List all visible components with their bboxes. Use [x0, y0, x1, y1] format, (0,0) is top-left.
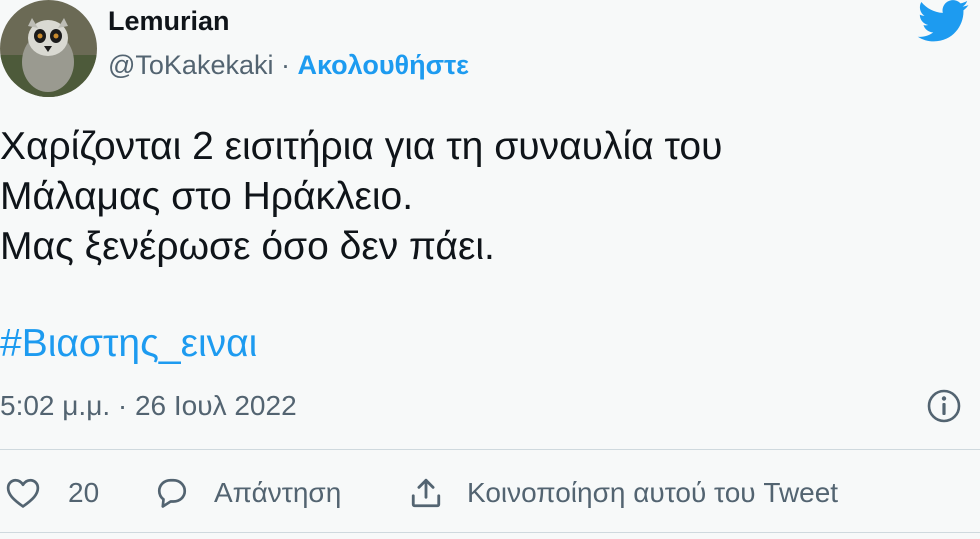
hashtag-link[interactable]: #Βιαστης_ειναι [0, 322, 257, 366]
tweet-text-line: Χαρίζονται 2 εισιτήρια για τη συναυλία τ… [0, 125, 723, 168]
share-button[interactable]: Κοινοποίηση αυτού του Tweet [409, 468, 838, 518]
like-count: 20 [68, 477, 100, 508]
handle-separator: · [273, 50, 298, 80]
tweet-text-line: Μάλαμας στο Ηράκλειο. [0, 175, 414, 218]
share-upload-icon [411, 478, 441, 508]
like-button[interactable]: 20 [6, 468, 99, 518]
twitter-bird-icon[interactable] [917, 0, 970, 42]
tweet-timestamp[interactable]: 5:02 μ.μ. · 26 Ιουλ 2022 [0, 390, 297, 422]
tweet-text: Χαρίζονται 2 εισιτήρια για τη συναυλία τ… [0, 122, 960, 272]
share-label: Κοινοποίηση αυτού του Tweet [467, 477, 839, 508]
speech-bubble-icon [157, 478, 187, 508]
reply-label: Απάντηση [214, 477, 342, 508]
reply-button[interactable]: Απάντηση [155, 468, 341, 518]
lemur-avatar-image [0, 0, 97, 97]
heart-icon [6, 478, 40, 508]
author-name[interactable]: Lemurian [108, 6, 230, 37]
tweet-text-line: Μας ξενέρωσε όσο δεν πάει. [0, 225, 495, 268]
author-handle[interactable]: @ToKakekaki [108, 50, 273, 80]
divider [0, 449, 980, 450]
info-icon[interactable] [926, 388, 962, 424]
tweet-actions: 20 Απάντηση Κοινοποίηση αυτού του Tweet [0, 468, 980, 518]
avatar[interactable] [0, 0, 97, 97]
follow-button[interactable]: Ακολουθήστε [297, 50, 468, 80]
author-handle-line: @ToKakekaki · Ακολουθήστε [108, 50, 469, 81]
